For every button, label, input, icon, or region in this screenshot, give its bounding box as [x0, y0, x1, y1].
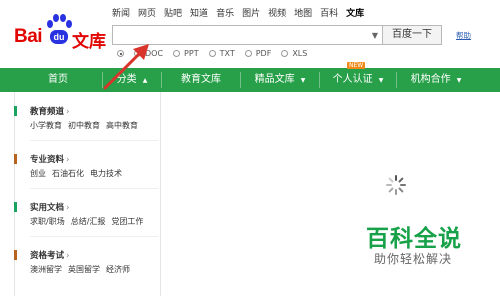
category-link[interactable]: 石油石化 [52, 168, 84, 179]
top-nav-news[interactable]: 新闻 [112, 6, 130, 19]
category-title[interactable]: 教育频道 › [30, 105, 69, 117]
radio-pdf-icon[interactable] [244, 50, 252, 57]
caret-down-icon: ▼ [378, 77, 384, 84]
filter-ppt[interactable]: PPT [173, 49, 199, 58]
logo-bai-text: Bai [14, 26, 43, 47]
category-link[interactable]: 澳洲留学 [30, 264, 62, 275]
chevron-right-icon: › [66, 155, 70, 165]
radio-ppt-icon[interactable] [173, 50, 181, 57]
top-nav-images[interactable]: 图片 [242, 6, 260, 19]
category-link[interactable]: 英国留学 [68, 264, 100, 275]
category-divider [30, 140, 158, 141]
category-link[interactable]: 高中教育 [106, 120, 138, 131]
nav-home[interactable]: 首页 [14, 68, 102, 92]
filter-pdf[interactable]: PDF [244, 49, 272, 58]
new-badge: NEW [347, 62, 366, 69]
top-nav-video[interactable]: 视频 [268, 6, 286, 19]
chevron-right-icon: › [66, 251, 70, 261]
annotation-arrow-icon [103, 44, 149, 90]
help-link[interactable]: 帮助 [456, 30, 471, 41]
watermark: 百科全说 助你轻松解决 [350, 211, 500, 271]
nav-education-label: 教育文库 [181, 74, 221, 85]
nav-home-label: 首页 [48, 74, 68, 85]
watermark-subtitle: 助你轻松解决 [374, 252, 453, 266]
filter-txt-label: TXT [219, 49, 235, 58]
nav-org-label: 机构合作 [410, 74, 451, 85]
search-button[interactable]: 百度一下 [382, 25, 442, 45]
nav-premium-label: 精品文库 [254, 74, 295, 85]
category-marker [14, 202, 17, 212]
category-link[interactable]: 求职/职场 [30, 216, 65, 227]
category-link[interactable]: 电力技术 [90, 168, 122, 179]
category-link[interactable]: 创业 [30, 168, 46, 179]
category-link[interactable]: 总结/汇报 [71, 216, 106, 227]
category-divider [30, 188, 158, 189]
category-title[interactable]: 专业资料 › [30, 153, 69, 165]
top-nav-map[interactable]: 地图 [294, 6, 312, 19]
watermark-title: 百科全说 [366, 226, 462, 252]
caret-down-icon: ▼ [300, 77, 306, 84]
category-link[interactable]: 党团工作 [111, 216, 143, 227]
top-nav-music[interactable]: 音乐 [216, 6, 234, 19]
category-sidebar: 教育频道 › 小学教育 初中教育 高中教育 专业资料 › 创业 石油石化 电力技术 … [14, 92, 161, 296]
category-link[interactable]: 小学教育 [30, 120, 62, 131]
nav-education-wenku[interactable]: 教育文库 [162, 68, 240, 92]
search-dropdown-caret-icon[interactable]: ▼ [372, 31, 378, 40]
category-title[interactable]: 资格考试 › [30, 249, 69, 261]
category-marker [14, 154, 17, 164]
category-divider [30, 236, 158, 237]
radio-txt-icon[interactable] [208, 50, 216, 57]
filter-ppt-label: PPT [184, 49, 199, 58]
filter-xls[interactable]: XLS [281, 49, 307, 58]
nav-personal-label: 个人认证 [332, 74, 373, 85]
loading-spinner-icon [386, 175, 406, 195]
category-title[interactable]: 实用文档 › [30, 201, 69, 213]
category-marker [14, 106, 17, 116]
nav-personal-cert[interactable]: 个人认证 ▼ [320, 68, 396, 92]
chevron-right-icon: › [66, 107, 70, 117]
main-nav-bar: 首页 分类 ▲ 教育文库 精品文库 ▼ 个人认证 ▼ NEW 机构合作 ▼ [0, 62, 500, 92]
top-nav-web[interactable]: 网页 [138, 6, 156, 19]
top-nav-wenku[interactable]: 文库 [346, 6, 364, 19]
logo-du-text: du [50, 30, 68, 44]
caret-down-icon: ▼ [456, 77, 462, 84]
category-link[interactable]: 经济师 [106, 264, 130, 275]
radio-xls-icon[interactable] [281, 50, 289, 57]
nav-premium-wenku[interactable]: 精品文库 ▼ [241, 68, 319, 92]
top-nav: 新闻 网页 贴吧 知道 音乐 图片 视频 地图 百科 文库 [112, 6, 364, 19]
top-nav-baike[interactable]: 百科 [320, 6, 338, 19]
category-marker [14, 250, 17, 260]
category-link[interactable]: 初中教育 [68, 120, 100, 131]
filter-xls-label: XLS [292, 49, 308, 58]
top-nav-tieba[interactable]: 贴吧 [164, 6, 182, 19]
nav-org-cooperation[interactable]: 机构合作 ▼ [397, 68, 475, 92]
chevron-right-icon: › [66, 203, 70, 213]
top-nav-zhidao[interactable]: 知道 [190, 6, 208, 19]
filter-pdf-label: PDF [255, 49, 272, 58]
filter-txt[interactable]: TXT [208, 49, 235, 58]
